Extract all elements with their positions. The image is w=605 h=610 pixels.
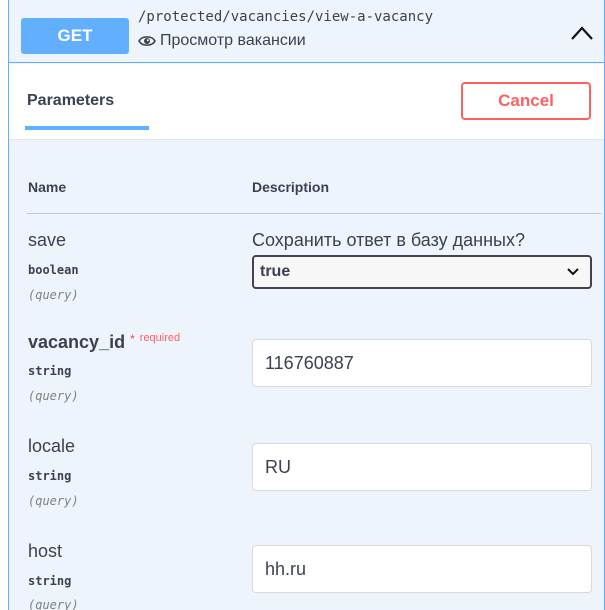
param-name-vacancy-id: vacancy_id * required [28,332,180,353]
param-name-locale: locale [28,436,76,456]
param-type-save: boolean [28,263,79,277]
vacancy-id-input[interactable] [252,339,592,387]
param-in-host: (query) [28,598,79,610]
method-badge: GET [21,18,129,54]
param-name-vacancy-id-text: vacancy_id [28,332,126,352]
chevron-down-icon [567,268,579,276]
required-mark: * [130,332,135,346]
parameters-section-header: Parameters Cancel [9,64,604,140]
operation-block: GET /protected/vacancies/view-a-vacancy … [8,0,605,610]
operation-header[interactable]: GET /protected/vacancies/view-a-vacancy … [9,0,604,63]
param-name-host: host [28,541,63,561]
tab-parameters[interactable]: Parameters [27,92,114,110]
param-type-host: string [28,574,72,588]
locale-input[interactable] [252,443,592,491]
tab-active-indicator [25,126,149,130]
save-select[interactable]: true [252,255,592,289]
param-name-save: save [28,230,67,250]
chevron-up-icon[interactable] [569,24,595,42]
operation-path: /protected/vacancies/view-a-vacancy [138,9,434,25]
required-label: required [139,332,181,344]
param-description-save: Сохранить ответ в базу данных? [252,230,525,250]
table-divider [27,213,601,214]
param-in-locale: (query) [28,494,79,508]
save-select-value: true [260,263,291,280]
param-in-save: (query) [28,288,79,302]
param-type-vacancy-id: string [28,364,72,378]
param-in-vacancy-id: (query) [28,389,79,403]
param-type-locale: string [28,469,72,483]
operation-summary: Просмотр вакансии [138,32,306,50]
eye-icon [138,36,156,46]
operation-summary-text: Просмотр вакансии [160,32,306,49]
column-header-description: Description [252,179,330,195]
cancel-button[interactable]: Cancel [461,82,591,120]
host-input[interactable] [252,545,592,593]
column-header-name: Name [28,179,67,195]
